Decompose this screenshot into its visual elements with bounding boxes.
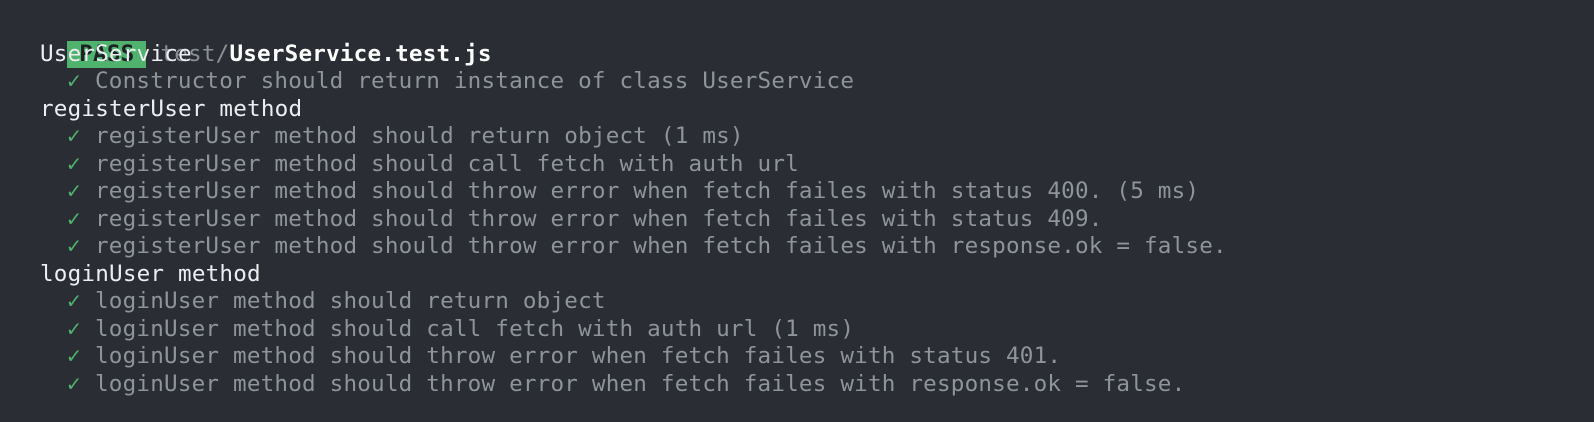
check-icon: ✓ (67, 370, 81, 397)
test-name: registerUser method should throw error w… (95, 233, 1227, 259)
terminal-output: PASS test/UserService.test.js UserService… (12, 13, 1594, 398)
suite-title: registerUser method (40, 95, 303, 122)
test-result: ✓ registerUser method should throw error … (12, 233, 1594, 261)
check-icon: ✓ (67, 205, 81, 232)
test-name: loginUser method should throw error when… (95, 370, 1186, 397)
test-name: registerUser method should throw error w… (95, 205, 1103, 232)
test-name: registerUser method should return object… (95, 123, 744, 149)
test-name: registerUser method should call fetch wi… (95, 150, 799, 177)
test-name: loginUser method should throw error when… (95, 343, 1062, 369)
check-icon: ✓ (67, 68, 81, 94)
suite-title: loginUser method (40, 260, 261, 287)
test-result: ✓ registerUser method should return objec… (12, 123, 1594, 151)
test-name: registerUser method should throw error w… (95, 178, 1200, 204)
test-result: ✓ loginUser method should return object (12, 288, 1594, 316)
check-icon: ✓ (67, 343, 81, 369)
check-icon: ✓ (67, 123, 81, 149)
test-result: ✓ registerUser method should call fetch w… (12, 151, 1594, 179)
test-result: ✓ registerUser method should throw error … (12, 178, 1594, 206)
test-result: ✓ Constructor should return instance of c… (12, 68, 1594, 96)
check-icon: ✓ (67, 233, 81, 259)
test-name: loginUser method should call fetch with … (95, 315, 855, 342)
test-result: ✓ registerUser method should throw error … (12, 206, 1594, 234)
test-file-name: UserService.test.js (229, 40, 492, 67)
test-name: loginUser method should return object (95, 288, 606, 314)
check-icon: ✓ (67, 150, 81, 177)
test-result: ✓ loginUser method should throw error whe… (12, 371, 1594, 399)
check-icon: ✓ (67, 315, 81, 342)
test-result: ✓ loginUser method should throw error whe… (12, 343, 1594, 371)
test-name: Constructor should return instance of cl… (95, 68, 855, 94)
test-result: ✓ loginUser method should call fetch with… (12, 316, 1594, 344)
test-file-header: PASS test/UserService.test.js (12, 13, 1594, 68)
check-icon: ✓ (67, 178, 81, 204)
check-icon: ✓ (67, 288, 81, 314)
